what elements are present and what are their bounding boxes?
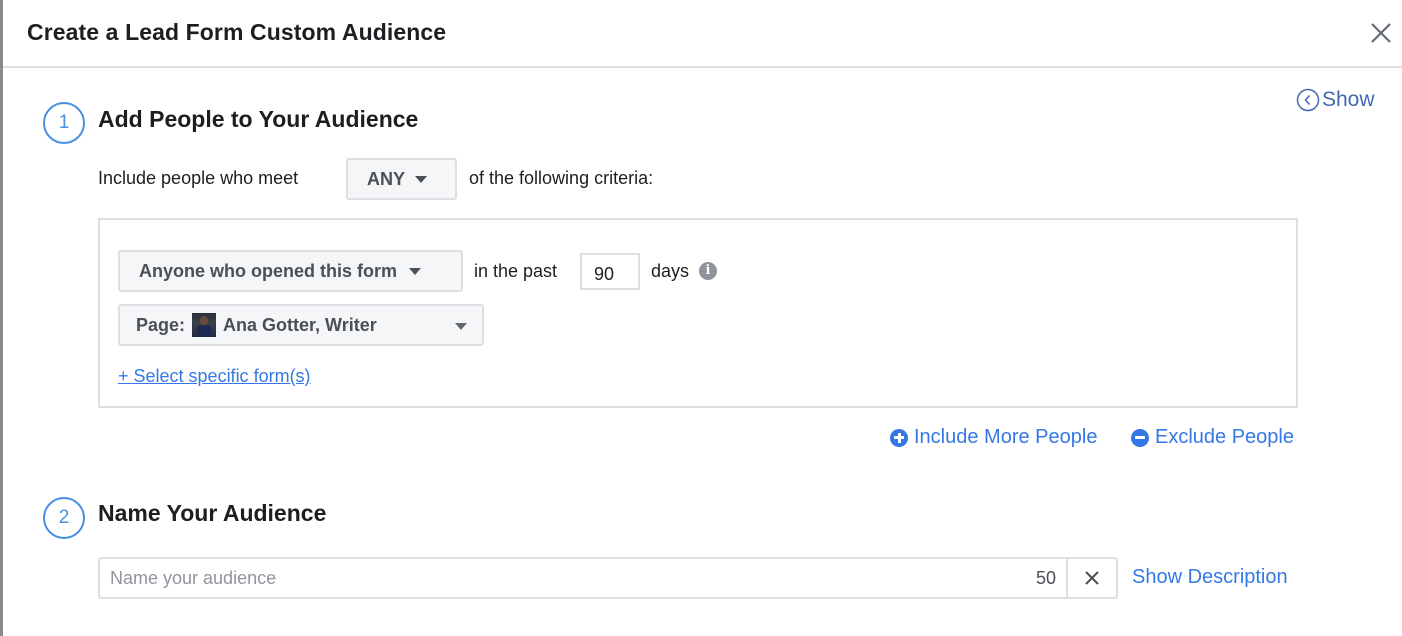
audience-name-input[interactable] bbox=[100, 559, 1016, 597]
include-more-label: Include More People bbox=[914, 426, 1098, 448]
caret-down-icon bbox=[409, 267, 422, 275]
caret-down-icon bbox=[415, 175, 428, 183]
days-input[interactable] bbox=[580, 253, 640, 290]
chevron-left-circle-icon bbox=[1296, 88, 1320, 112]
info-icon[interactable]: i bbox=[699, 262, 717, 280]
match-type-select[interactable]: ANY bbox=[346, 158, 457, 200]
step-1-title: Add People to Your Audience bbox=[98, 106, 419, 132]
audience-name-field: 50 bbox=[98, 557, 1118, 599]
page-name: Ana Gotter, Writer bbox=[223, 314, 377, 335]
step-2-title: Name Your Audience bbox=[98, 500, 327, 526]
minus-circle-icon bbox=[1131, 428, 1149, 447]
char-remaining-count: 50 bbox=[1035, 567, 1056, 588]
page-select[interactable]: Page: Ana Gotter, Writer bbox=[118, 304, 484, 346]
include-suffix-text: of the following criteria: bbox=[469, 168, 654, 188]
match-type-value: ANY bbox=[367, 168, 406, 189]
select-specific-forms-link[interactable]: + Select specific form(s) bbox=[118, 366, 311, 387]
close-icon bbox=[1085, 571, 1099, 585]
exclude-label: Exclude People bbox=[1155, 426, 1294, 448]
event-type-value: Anyone who opened this form bbox=[139, 260, 398, 281]
step-1-circle: 1 bbox=[43, 102, 85, 144]
include-more-people-button[interactable]: Include More People bbox=[890, 426, 1097, 449]
show-panel-link[interactable]: Show bbox=[1296, 88, 1375, 112]
dialog-title: Create a Lead Form Custom Audience bbox=[27, 19, 447, 45]
page-prefix: Page: bbox=[136, 314, 186, 335]
dialog-header: Create a Lead Form Custom Audience bbox=[3, 0, 1402, 68]
page-avatar bbox=[192, 313, 217, 337]
days-label: days bbox=[651, 261, 690, 281]
plus-circle-icon bbox=[890, 428, 908, 447]
step-2-circle: 2 bbox=[43, 497, 85, 539]
in-the-past-text: in the past bbox=[474, 261, 558, 281]
close-button[interactable] bbox=[1366, 18, 1396, 48]
show-description-link[interactable]: Show Description bbox=[1132, 566, 1288, 589]
window-edge bbox=[0, 0, 3, 636]
caret-down-icon bbox=[455, 323, 467, 330]
close-icon bbox=[1371, 23, 1391, 43]
exclude-people-button[interactable]: Exclude People bbox=[1131, 426, 1294, 449]
show-label: Show bbox=[1322, 88, 1375, 111]
include-prefix-text: Include people who meet bbox=[98, 168, 299, 188]
event-type-select[interactable]: Anyone who opened this form bbox=[118, 250, 463, 292]
clear-name-button[interactable] bbox=[1066, 559, 1116, 597]
